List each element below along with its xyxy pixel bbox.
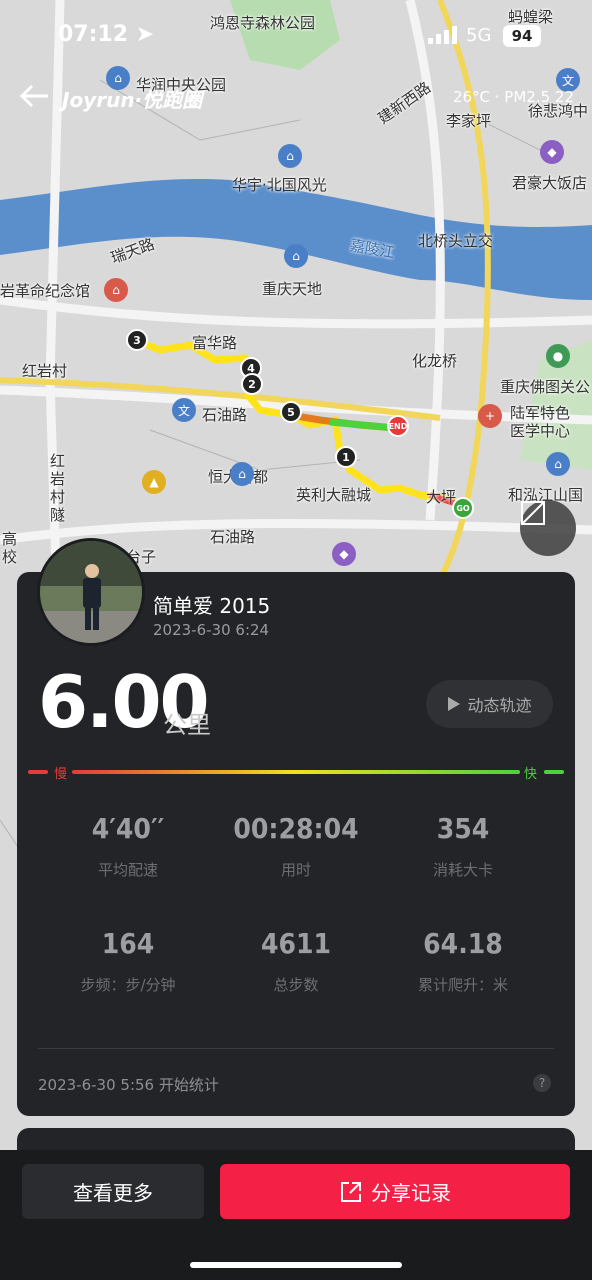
poi-icon: ⌂ bbox=[278, 144, 302, 168]
pace-gradient-bar bbox=[28, 770, 564, 774]
stat-calories: 354 消耗大卡 bbox=[373, 812, 553, 880]
poi-icon: ⌂ bbox=[230, 462, 254, 486]
stat-value: 4′40′′ bbox=[91, 812, 165, 845]
end-marker: END bbox=[387, 415, 409, 437]
weather-info: 26°C · PM2.5 22 bbox=[452, 88, 574, 106]
stat-label: 消耗大卡 bbox=[432, 861, 493, 879]
stat-label: 累计爬升：米 bbox=[417, 976, 508, 994]
map-label: 重庆佛图关公 bbox=[500, 378, 591, 396]
poi-icon: 文 bbox=[172, 398, 196, 422]
stat-steps: 4611 总步数 bbox=[206, 927, 386, 995]
avatar-photo bbox=[40, 541, 142, 643]
share-record-button[interactable]: 分享记录 bbox=[220, 1164, 570, 1219]
map-label: 化龙桥 bbox=[412, 352, 458, 370]
go-marker: GO bbox=[452, 497, 474, 519]
map-label: 英利大融城 bbox=[296, 486, 372, 504]
network-type: 5G bbox=[466, 25, 492, 46]
map-label: 石油路 bbox=[202, 406, 248, 424]
stat-value: 00:28:04 bbox=[233, 812, 359, 845]
stat-cadence: 164 步频：步/分钟 bbox=[38, 927, 218, 995]
map-label: 岩革命纪念馆 bbox=[0, 282, 91, 300]
map-label: 北桥头立交 bbox=[418, 232, 494, 250]
distance-unit: 公里 bbox=[163, 711, 211, 739]
poi-icon: ⌂ bbox=[104, 278, 128, 302]
back-arrow-icon[interactable] bbox=[18, 82, 50, 110]
route-marker: 1 bbox=[335, 446, 357, 468]
stat-label: 平均配速 bbox=[97, 861, 158, 879]
stat-value: 354 bbox=[436, 812, 490, 845]
replay-label: 动态轨迹 bbox=[467, 696, 532, 715]
view-more-button[interactable]: 查看更多 bbox=[22, 1164, 204, 1219]
poi-icon: ◆ bbox=[540, 140, 564, 164]
replay-track-button[interactable]: 动态轨迹 bbox=[426, 680, 553, 728]
divider bbox=[38, 1048, 554, 1049]
map-label: 红岩村 bbox=[22, 362, 68, 380]
signal-icon bbox=[428, 26, 457, 44]
map-label: 石油路 bbox=[210, 528, 256, 546]
app-logo: Joyrun·悦跑圈 bbox=[62, 88, 203, 112]
poi-icon: ⌂ bbox=[546, 452, 570, 476]
route-marker: 3 bbox=[126, 329, 148, 351]
map-label: 君豪大饭店 bbox=[512, 174, 588, 192]
map-label: 高校 bbox=[2, 530, 18, 566]
stat-duration: 00:28:04 用时 bbox=[206, 812, 386, 880]
map-label: 红岩村隧 bbox=[50, 452, 66, 524]
map-label: 重庆天地 bbox=[262, 280, 323, 298]
map-label: 医学中心 bbox=[510, 422, 571, 440]
username: 简单爱 2015 bbox=[153, 594, 271, 618]
share-label: 分享记录 bbox=[371, 1181, 451, 1205]
stat-label: 用时 bbox=[280, 861, 311, 879]
map-layer-button[interactable] bbox=[520, 500, 576, 556]
run-datetime: 2023-6-30 6:24 bbox=[153, 621, 270, 639]
home-indicator[interactable] bbox=[190, 1262, 402, 1268]
stat-value: 64.18 bbox=[423, 927, 503, 960]
stat-value: 164 bbox=[101, 927, 155, 960]
stat-value: 4611 bbox=[260, 927, 332, 960]
poi-icon: ▲ bbox=[142, 470, 166, 494]
avatar[interactable] bbox=[37, 538, 145, 646]
map-label: 华宇·北国风光 bbox=[232, 176, 327, 194]
route-marker: 5 bbox=[280, 401, 302, 423]
slow-label: 慢 bbox=[54, 767, 68, 782]
stat-avg-pace: 4′40′′ 平均配速 bbox=[38, 812, 218, 880]
route-marker: 2 bbox=[241, 373, 263, 395]
play-icon bbox=[448, 697, 461, 711]
share-icon bbox=[341, 1181, 361, 1202]
stat-elevation: 64.18 累计爬升：米 bbox=[373, 927, 553, 995]
stat-label: 步频：步/分钟 bbox=[80, 976, 176, 994]
status-time: 07:12 ➤ bbox=[58, 22, 155, 47]
fast-label: 快 bbox=[524, 767, 538, 782]
image-icon bbox=[521, 501, 545, 525]
poi-icon: ◆ bbox=[332, 542, 356, 566]
location-arrow-icon: ➤ bbox=[135, 22, 155, 47]
poi-icon: ⌂ bbox=[284, 244, 308, 268]
battery-indicator: 94 bbox=[503, 25, 541, 47]
help-icon[interactable]: ? bbox=[533, 1074, 551, 1092]
status-bar: 07:12 ➤ 5G 94 bbox=[0, 0, 592, 72]
start-time-text: 2023-6-30 5:56 开始统计 bbox=[38, 1076, 219, 1094]
map-label: 富华路 bbox=[192, 334, 238, 352]
poi-icon: ● bbox=[546, 344, 570, 368]
stat-label: 总步数 bbox=[273, 976, 319, 994]
hospital-icon: + bbox=[478, 404, 502, 428]
map-label: 李家坪 bbox=[446, 112, 492, 130]
